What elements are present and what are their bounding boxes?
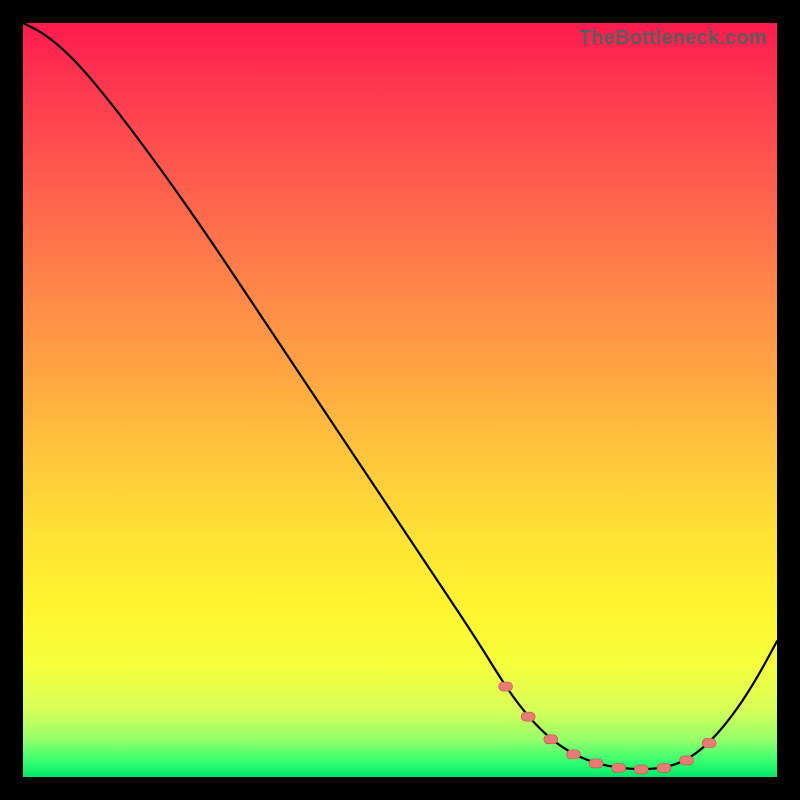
- curve-marker: [521, 712, 535, 721]
- curve-marker: [680, 756, 694, 765]
- curve-marker: [702, 739, 716, 748]
- curve-marker: [589, 759, 603, 768]
- curve-marker: [657, 763, 671, 772]
- bottleneck-curve: [23, 23, 777, 777]
- curve-marker: [566, 750, 580, 759]
- curve-marker: [634, 765, 648, 774]
- chart-frame: TheBottleneck.com: [0, 0, 800, 800]
- curve-marker: [612, 763, 626, 772]
- curve-marker: [544, 735, 558, 744]
- curve-marker: [499, 682, 513, 691]
- plot-area: TheBottleneck.com: [23, 23, 777, 777]
